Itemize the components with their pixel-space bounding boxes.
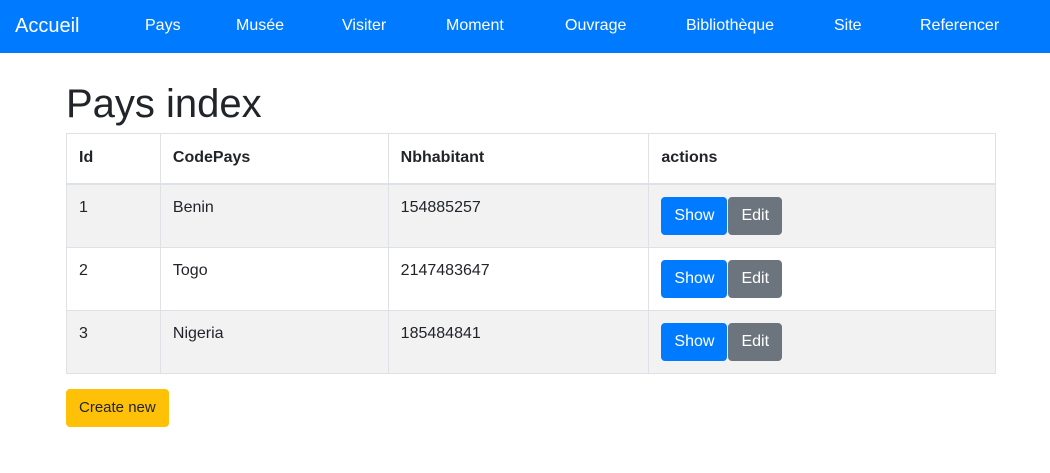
column-header-codepays: CodePays xyxy=(159,133,389,185)
cell-nbhabitant: 2147483647 xyxy=(387,246,650,311)
cell-id: 1 xyxy=(66,183,161,248)
table-row: 1 Benin 154885257 Show Edit xyxy=(66,183,996,248)
cell-actions: Show Edit xyxy=(648,309,996,374)
show-button[interactable]: Show xyxy=(661,196,728,235)
nav-link-visiter[interactable]: Visiter xyxy=(342,16,386,36)
cell-nbhabitant: 154885257 xyxy=(387,183,650,248)
cell-codepays: Nigeria xyxy=(159,309,389,374)
edit-button[interactable]: Edit xyxy=(728,322,783,361)
show-button[interactable]: Show xyxy=(661,259,728,298)
column-header-id: Id xyxy=(66,133,161,185)
show-button[interactable]: Show xyxy=(661,322,728,361)
nav-link-pays[interactable]: Pays xyxy=(145,16,181,36)
cell-nbhabitant: 185484841 xyxy=(387,309,650,374)
cell-id: 2 xyxy=(66,246,161,311)
top-navbar: Accueil Pays Musée Visiter Moment Ouvrag… xyxy=(0,0,1050,53)
cell-actions: Show Edit xyxy=(648,246,996,311)
edit-button[interactable]: Edit xyxy=(728,259,783,298)
cell-codepays: Benin xyxy=(159,183,389,248)
nav-link-referencer[interactable]: Referencer xyxy=(920,16,999,36)
cell-id: 3 xyxy=(66,309,161,374)
cell-actions: Show Edit xyxy=(648,183,996,248)
page-title: Pays index xyxy=(66,82,262,126)
nav-link-moment[interactable]: Moment xyxy=(446,16,504,36)
create-new-button[interactable]: Create new xyxy=(66,389,169,427)
navbar-brand-link[interactable]: Accueil xyxy=(15,13,79,39)
nav-link-ouvrage[interactable]: Ouvrage xyxy=(565,16,626,36)
nav-link-musee[interactable]: Musée xyxy=(236,16,284,36)
table-row: 2 Togo 2147483647 Show Edit xyxy=(66,246,996,311)
pays-table: Id CodePays Nbhabitant actions 1 Benin 1… xyxy=(66,133,996,374)
cell-codepays: Togo xyxy=(159,246,389,311)
nav-link-site[interactable]: Site xyxy=(834,16,862,36)
column-header-nbhabitant: Nbhabitant xyxy=(387,133,650,185)
nav-link-bibliotheque[interactable]: Bibliothèque xyxy=(686,16,774,36)
table-row: 3 Nigeria 185484841 Show Edit xyxy=(66,309,996,374)
table-header-row: Id CodePays Nbhabitant actions xyxy=(66,133,996,185)
edit-button[interactable]: Edit xyxy=(728,196,783,235)
column-header-actions: actions xyxy=(648,133,996,185)
